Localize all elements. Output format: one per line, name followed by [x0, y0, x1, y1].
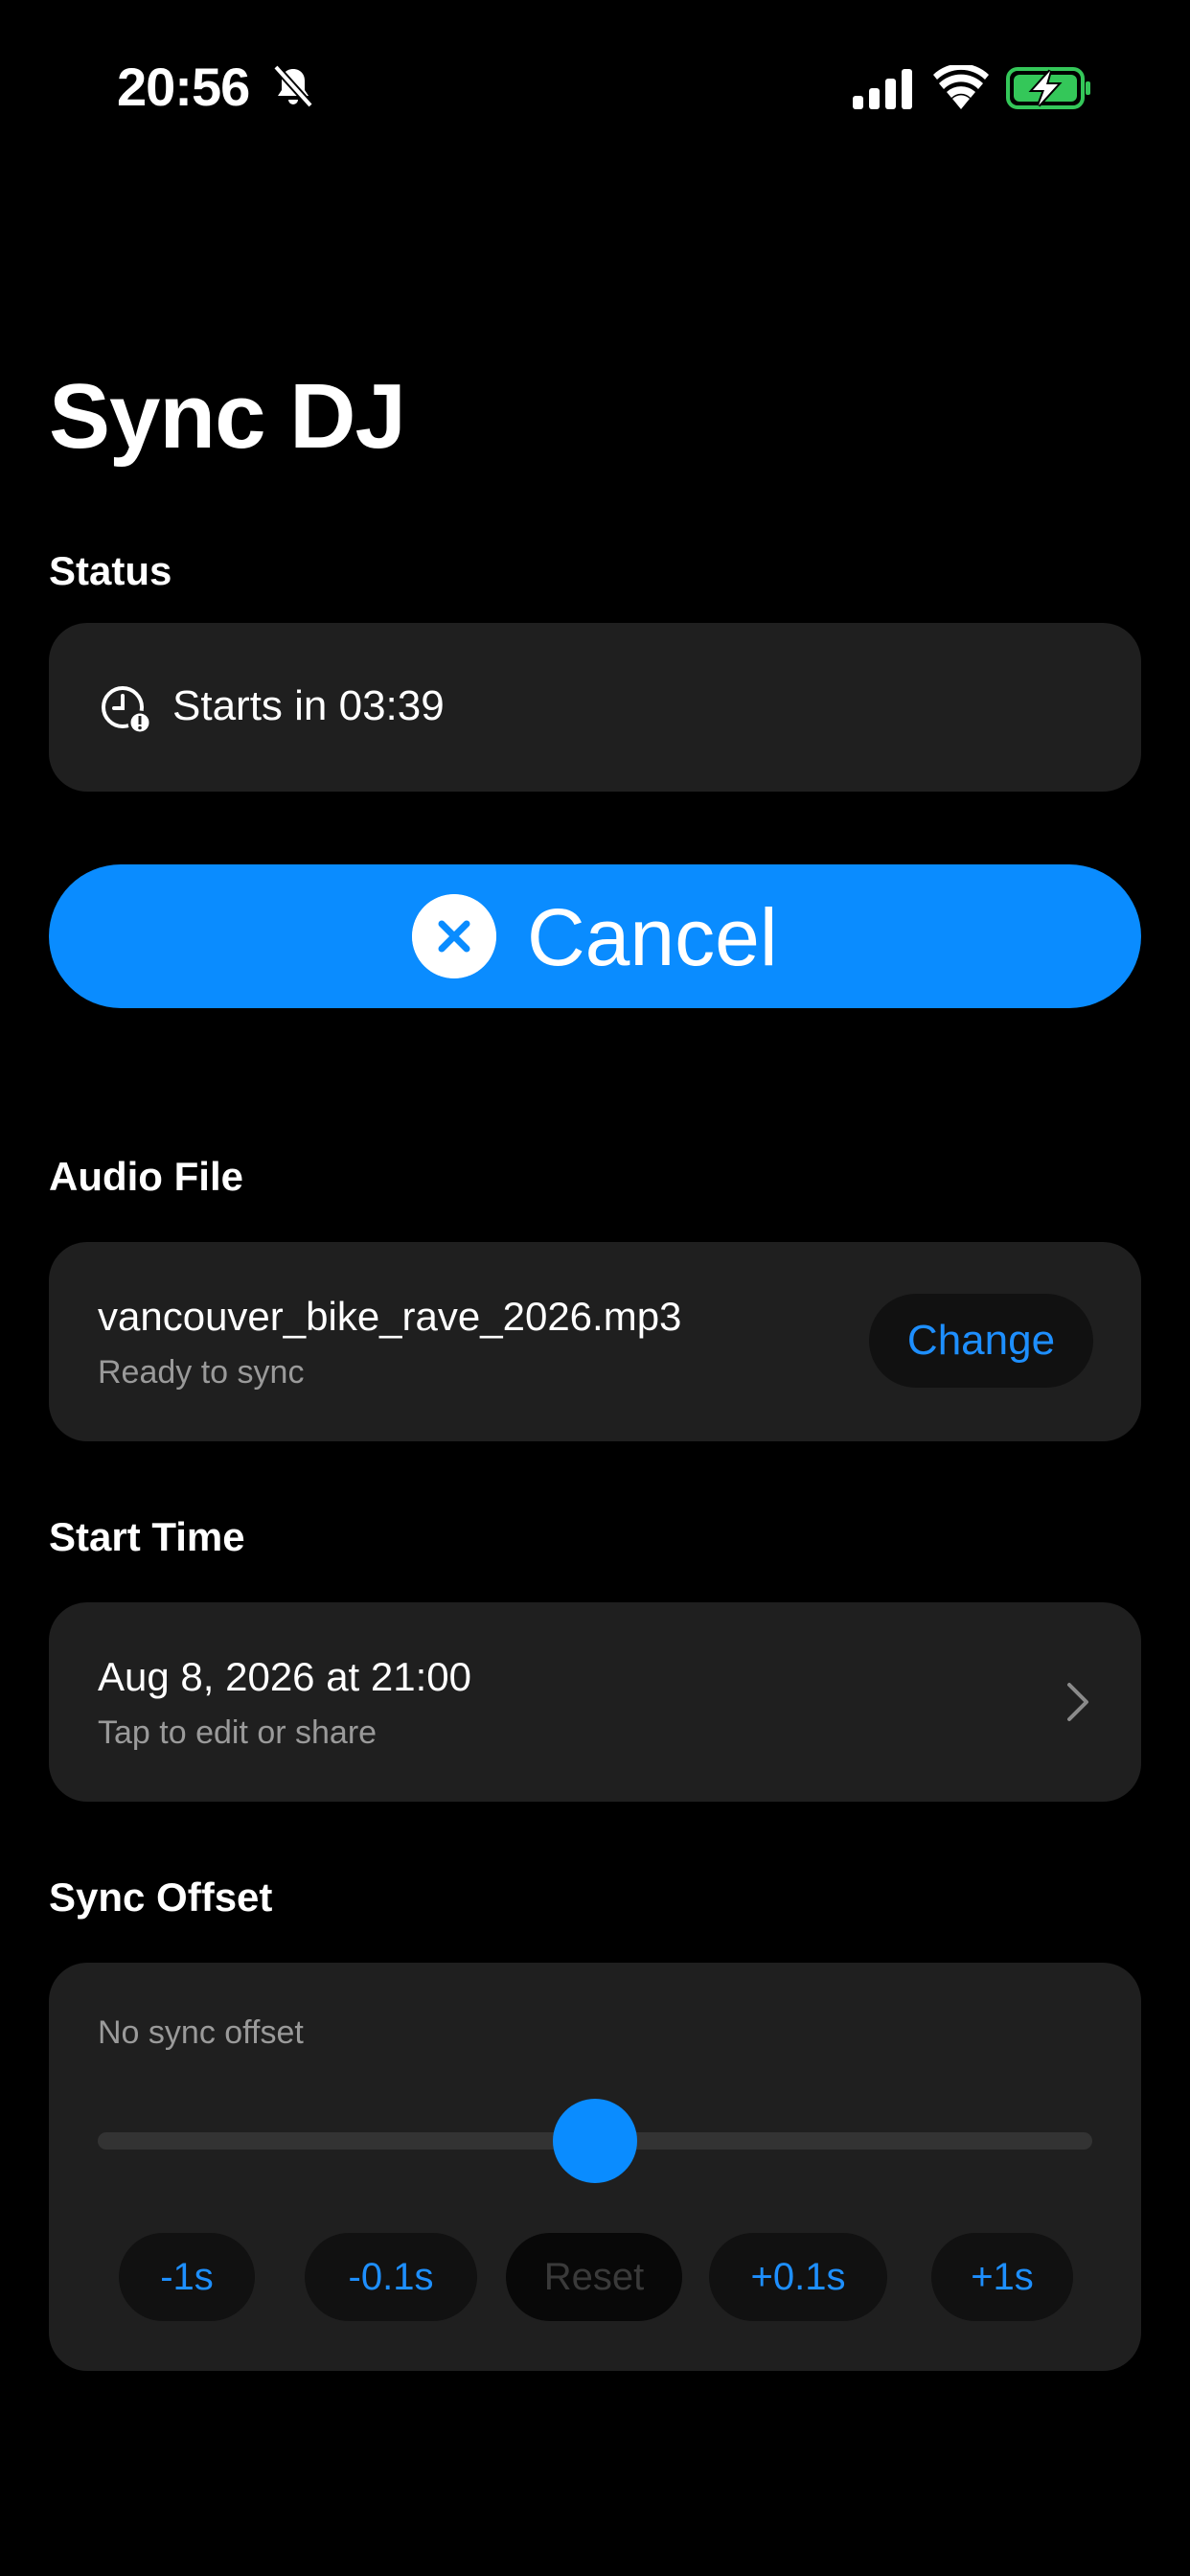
chevron-right-icon — [1067, 1683, 1088, 1721]
clock-alert-icon — [102, 686, 151, 734]
start-time-header: Start Time — [49, 1514, 245, 1559]
audio-file-status: Ready to sync — [98, 1354, 305, 1391]
bell-slash-icon — [273, 64, 313, 108]
x-circle-icon — [412, 894, 496, 978]
wifi-icon — [933, 65, 989, 109]
offset-minus-1s-button[interactable]: -1s — [119, 2233, 255, 2321]
offset-reset-button[interactable]: Reset — [506, 2233, 682, 2321]
status-text: Starts in 03:39 — [172, 682, 445, 729]
page-title: Sync DJ — [49, 365, 406, 468]
audio-file-header: Audio File — [49, 1154, 243, 1199]
change-file-button[interactable]: Change — [869, 1294, 1093, 1388]
audio-file-name: vancouver_bike_rave_2026.mp3 — [98, 1294, 682, 1339]
offset-plus-1s-button[interactable]: +1s — [931, 2233, 1073, 2321]
status-header: Status — [49, 548, 172, 593]
sync-offset-header: Sync Offset — [49, 1874, 273, 1920]
cancel-label: Cancel — [527, 892, 778, 982]
battery-charging-icon — [1006, 67, 1090, 109]
offset-plus-0.1s-button[interactable]: +0.1s — [709, 2233, 887, 2321]
start-time-value: Aug 8, 2026 at 21:00 — [98, 1654, 471, 1699]
status-bar-time: 20:56 — [117, 57, 250, 117]
sync-offset-status: No sync offset — [98, 2014, 304, 2051]
slider-thumb[interactable] — [553, 2099, 637, 2183]
start-time-row[interactable] — [49, 1602, 1141, 1802]
start-time-hint: Tap to edit or share — [98, 1714, 378, 1751]
cellular-signal-icon — [853, 69, 912, 109]
offset-minus-0.1s-button[interactable]: -0.1s — [305, 2233, 477, 2321]
